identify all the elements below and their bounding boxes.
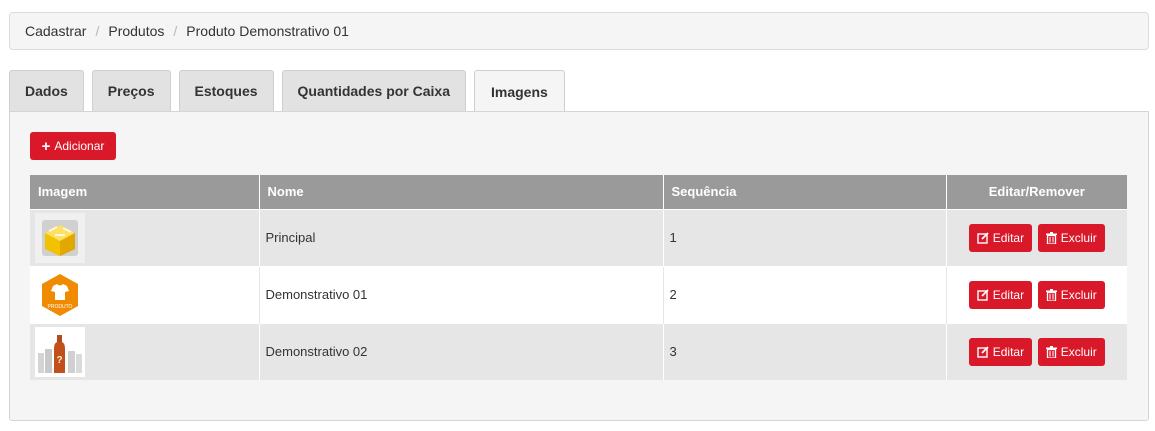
table-header-row: Imagem Nome Sequência Editar/Remover (30, 175, 1127, 209)
tab-precos[interactable]: Preços (91, 70, 171, 111)
plus-icon: + (41, 137, 51, 155)
breadcrumb-item-current: Produto Demonstrativo 01 (186, 23, 349, 39)
question-mark-icon: ? (56, 355, 62, 366)
edit-button-label: Editar (992, 344, 1025, 359)
tab-quantidades-por-caixa[interactable]: Quantidades por Caixa (281, 70, 466, 111)
delete-button[interactable]: Excluir (1037, 280, 1105, 309)
tab-imagens[interactable]: Imagens (474, 70, 565, 112)
tab-dados[interactable]: Dados (9, 70, 84, 111)
image-cell: ? (30, 322, 260, 380)
name-cell: Demonstrativo 02 (259, 322, 664, 380)
edit-icon (977, 231, 989, 244)
table-row: Principal 1 Editar Excluir (30, 208, 1127, 266)
name-cell: Demonstrativo 01 (259, 265, 664, 323)
sequence-cell: 2 (663, 265, 947, 323)
produto-badge-text: PRODUTO (48, 304, 73, 310)
delete-button[interactable]: Excluir (1037, 337, 1105, 366)
images-table: Imagem Nome Sequência Editar/Remover Pri… (30, 175, 1127, 380)
produto-badge-icon: PRODUTO (42, 273, 78, 316)
actions-cell: Editar Excluir (946, 208, 1127, 266)
name-cell: Principal (259, 208, 664, 266)
edit-button[interactable]: Editar (968, 223, 1033, 252)
tab-bar: Dados Preços Estoques Quantidades por Ca… (9, 70, 573, 112)
column-header-nome: Nome (259, 175, 664, 209)
delete-button[interactable]: Excluir (1037, 223, 1105, 252)
breadcrumb-separator: / (173, 23, 178, 39)
sequence-cell: 3 (663, 322, 947, 380)
edit-button-label: Editar (992, 230, 1025, 245)
table-row: PRODUTO Demonstrativo 01 2 Editar Exclui… (30, 265, 1127, 323)
column-header-sequencia: Sequência (663, 175, 947, 209)
breadcrumb: Cadastrar / Produtos / Produto Demonstra… (9, 12, 1149, 50)
breadcrumb-separator: / (95, 23, 100, 39)
column-header-imagem: Imagem (30, 175, 260, 209)
actions-cell: Editar Excluir (946, 265, 1127, 323)
edit-button[interactable]: Editar (968, 280, 1033, 309)
edit-icon (977, 346, 989, 358)
image-cell: PRODUTO (30, 265, 260, 323)
sequence-cell: 1 (663, 208, 947, 266)
image-cell (30, 208, 260, 266)
table-row: ? Demonstrativo 02 3 Editar Excluir (30, 322, 1127, 380)
add-button-label: Adicionar (54, 139, 105, 153)
trash-icon (1045, 231, 1057, 244)
edit-button[interactable]: Editar (968, 337, 1033, 366)
add-button[interactable]: + Adicionar (30, 132, 116, 160)
breadcrumb-item-cadastrar[interactable]: Cadastrar (25, 23, 86, 39)
tab-estoques[interactable]: Estoques (178, 70, 274, 111)
delete-button-label: Excluir (1060, 287, 1097, 302)
edit-icon (977, 288, 989, 301)
bottle-icon: ? (35, 326, 85, 377)
tab-panel-imagens: + Adicionar Imagem Nome Sequência Editar… (9, 111, 1149, 421)
breadcrumb-item-produtos[interactable]: Produtos (108, 23, 164, 39)
box-icon (35, 212, 85, 263)
trash-icon (1045, 288, 1057, 301)
column-header-editar-remover: Editar/Remover (946, 175, 1127, 209)
actions-cell: Editar Excluir (946, 322, 1127, 380)
delete-button-label: Excluir (1060, 344, 1097, 359)
trash-icon (1045, 345, 1057, 358)
edit-button-label: Editar (992, 287, 1025, 302)
delete-button-label: Excluir (1060, 230, 1097, 245)
